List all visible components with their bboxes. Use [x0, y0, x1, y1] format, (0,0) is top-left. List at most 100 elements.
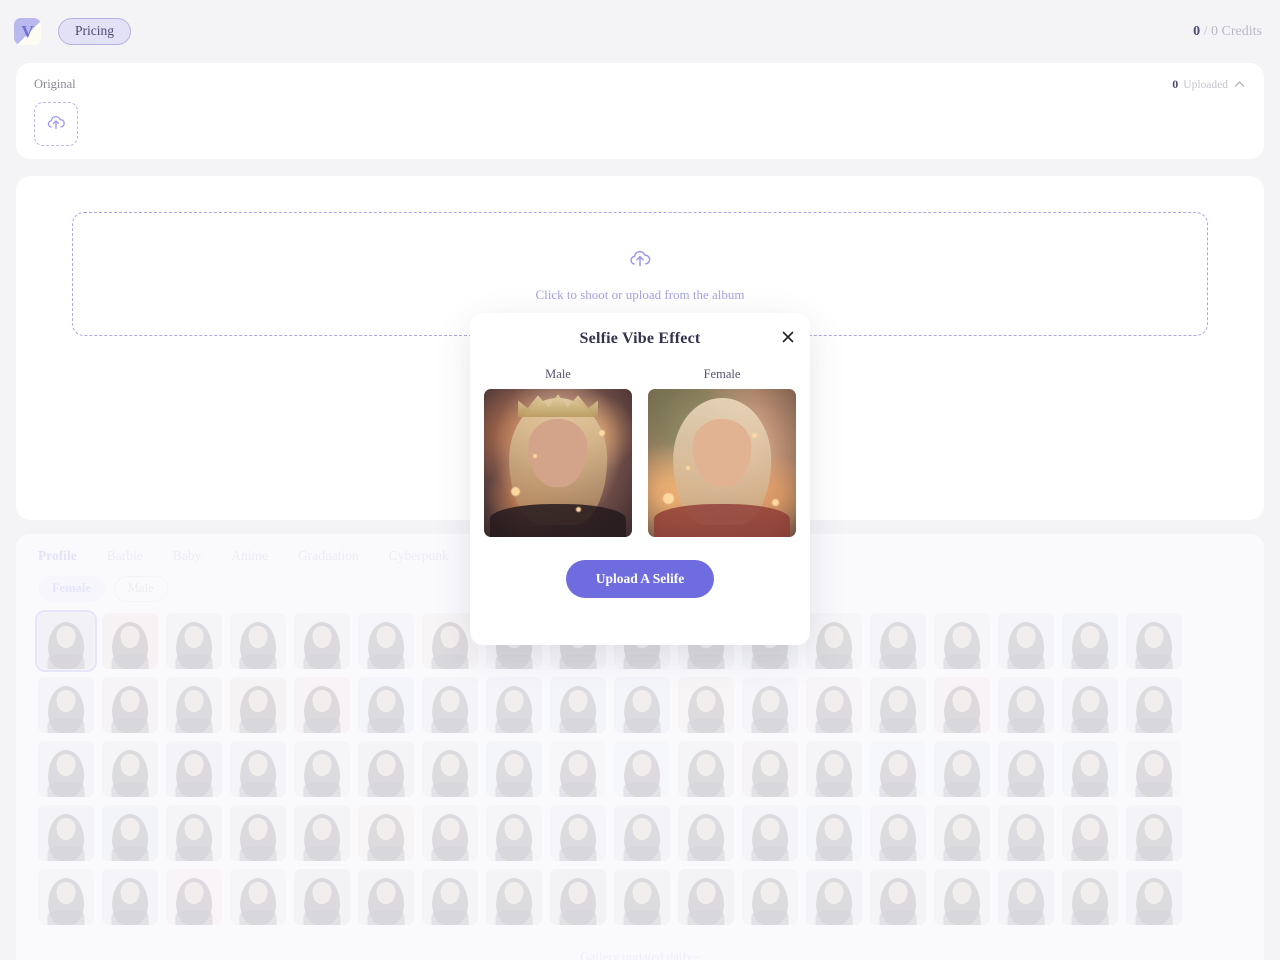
gallery-thumbnail[interactable]	[1126, 869, 1182, 925]
gallery-thumbnail[interactable]	[166, 677, 222, 733]
gallery-thumbnail[interactable]	[678, 869, 734, 925]
gallery-thumbnail[interactable]	[998, 613, 1054, 669]
gallery-thumbnail[interactable]	[806, 741, 862, 797]
gallery-thumbnail[interactable]	[38, 677, 94, 733]
gallery-thumbnail[interactable]	[1062, 741, 1118, 797]
gallery-thumbnail[interactable]	[870, 613, 926, 669]
gallery-thumbnail[interactable]	[422, 677, 478, 733]
gallery-thumbnail[interactable]	[1062, 613, 1118, 669]
gallery-tab-baby[interactable]: Baby	[173, 548, 202, 564]
gallery-thumbnail[interactable]	[998, 741, 1054, 797]
gallery-thumbnail[interactable]	[38, 805, 94, 861]
gallery-thumbnail[interactable]	[166, 805, 222, 861]
gallery-thumbnail[interactable]	[1062, 869, 1118, 925]
gallery-thumbnail[interactable]	[934, 869, 990, 925]
close-icon[interactable]	[780, 329, 796, 345]
gender-pill-male[interactable]: Male	[113, 576, 168, 602]
gallery-thumbnail[interactable]	[294, 741, 350, 797]
gallery-thumbnail[interactable]	[550, 677, 606, 733]
gallery-thumbnail[interactable]	[38, 869, 94, 925]
gallery-thumbnail[interactable]	[422, 741, 478, 797]
gallery-thumbnail[interactable]	[678, 805, 734, 861]
gallery-thumbnail[interactable]	[806, 869, 862, 925]
gallery-thumbnail[interactable]	[358, 613, 414, 669]
gallery-thumbnail[interactable]	[614, 741, 670, 797]
upload-selfie-button[interactable]: Upload A Selife	[565, 560, 715, 598]
gallery-thumbnail[interactable]	[806, 805, 862, 861]
gallery-tab-anime[interactable]: Anime	[231, 548, 268, 564]
gallery-thumbnail[interactable]	[678, 741, 734, 797]
gallery-thumbnail[interactable]	[934, 805, 990, 861]
gallery-thumbnail[interactable]	[550, 869, 606, 925]
gallery-thumbnail[interactable]	[806, 613, 862, 669]
gallery-thumbnail[interactable]	[934, 613, 990, 669]
gallery-thumbnail[interactable]	[870, 805, 926, 861]
gallery-thumbnail[interactable]	[1126, 805, 1182, 861]
gallery-thumbnail[interactable]	[230, 741, 286, 797]
gallery-tab-graduation[interactable]: Graduation	[298, 548, 359, 564]
gallery-thumbnail[interactable]	[550, 741, 606, 797]
gallery-thumbnail[interactable]	[230, 869, 286, 925]
gallery-thumbnail[interactable]	[1062, 677, 1118, 733]
gallery-thumbnail[interactable]	[934, 677, 990, 733]
gallery-thumbnail[interactable]	[230, 677, 286, 733]
gallery-thumbnail[interactable]	[294, 677, 350, 733]
chevron-up-icon[interactable]	[1233, 78, 1246, 91]
gallery-thumbnail[interactable]	[998, 677, 1054, 733]
gallery-thumbnail[interactable]	[934, 741, 990, 797]
gallery-thumbnail[interactable]	[742, 677, 798, 733]
gallery-thumbnail[interactable]	[486, 805, 542, 861]
gallery-thumbnail[interactable]	[230, 613, 286, 669]
gender-pill-female[interactable]: Female	[38, 576, 105, 602]
gallery-thumbnail[interactable]	[230, 805, 286, 861]
gallery-thumbnail[interactable]	[166, 741, 222, 797]
gallery-thumbnail[interactable]	[102, 677, 158, 733]
gallery-thumbnail[interactable]	[614, 805, 670, 861]
gallery-thumbnail[interactable]	[294, 613, 350, 669]
gallery-thumbnail[interactable]	[294, 869, 350, 925]
gallery-thumbnail[interactable]	[294, 805, 350, 861]
gallery-thumbnail[interactable]	[870, 677, 926, 733]
gallery-thumbnail[interactable]	[614, 869, 670, 925]
gallery-thumbnail[interactable]	[1126, 613, 1182, 669]
gallery-thumbnail[interactable]	[102, 869, 158, 925]
gallery-thumbnail[interactable]	[486, 869, 542, 925]
gallery-thumbnail[interactable]	[35, 610, 97, 672]
gallery-thumbnail[interactable]	[1126, 677, 1182, 733]
pricing-button[interactable]: Pricing	[58, 18, 131, 45]
male-vibe-preview-image[interactable]	[484, 389, 632, 537]
gallery-thumbnail[interactable]	[358, 741, 414, 797]
app-logo-icon[interactable]: V	[14, 18, 41, 45]
original-upload-button[interactable]	[34, 102, 78, 146]
gallery-thumbnail[interactable]	[166, 613, 222, 669]
gallery-thumbnail[interactable]	[102, 741, 158, 797]
gallery-thumbnail[interactable]	[998, 869, 1054, 925]
gallery-thumbnail[interactable]	[358, 677, 414, 733]
gallery-thumbnail[interactable]	[1062, 805, 1118, 861]
gallery-thumbnail[interactable]	[422, 869, 478, 925]
gallery-tab-barbie[interactable]: Barbie	[107, 548, 143, 564]
gallery-thumbnail[interactable]	[742, 805, 798, 861]
gallery-thumbnail[interactable]	[102, 613, 158, 669]
gallery-thumbnail[interactable]	[486, 677, 542, 733]
gallery-tab-cyberpunk[interactable]: Cyberpunk	[389, 548, 449, 564]
gallery-thumbnail[interactable]	[422, 805, 478, 861]
gallery-thumbnail[interactable]	[550, 805, 606, 861]
vibe-option-male[interactable]: Male	[484, 367, 632, 537]
gallery-thumbnail[interactable]	[870, 869, 926, 925]
gallery-thumbnail[interactable]	[358, 805, 414, 861]
gallery-thumbnail[interactable]	[102, 805, 158, 861]
gallery-thumbnail[interactable]	[998, 805, 1054, 861]
gallery-thumbnail[interactable]	[870, 741, 926, 797]
gallery-thumbnail[interactable]	[358, 869, 414, 925]
vibe-option-female[interactable]: Female	[648, 367, 796, 537]
gallery-thumbnail[interactable]	[166, 869, 222, 925]
gallery-thumbnail[interactable]	[678, 677, 734, 733]
gallery-thumbnail[interactable]	[1126, 741, 1182, 797]
gallery-thumbnail[interactable]	[38, 741, 94, 797]
gallery-thumbnail[interactable]	[742, 741, 798, 797]
gallery-thumbnail[interactable]	[486, 741, 542, 797]
gallery-thumbnail[interactable]	[614, 677, 670, 733]
gallery-tab-profile[interactable]: Profile	[38, 548, 77, 564]
female-vibe-preview-image[interactable]	[648, 389, 796, 537]
